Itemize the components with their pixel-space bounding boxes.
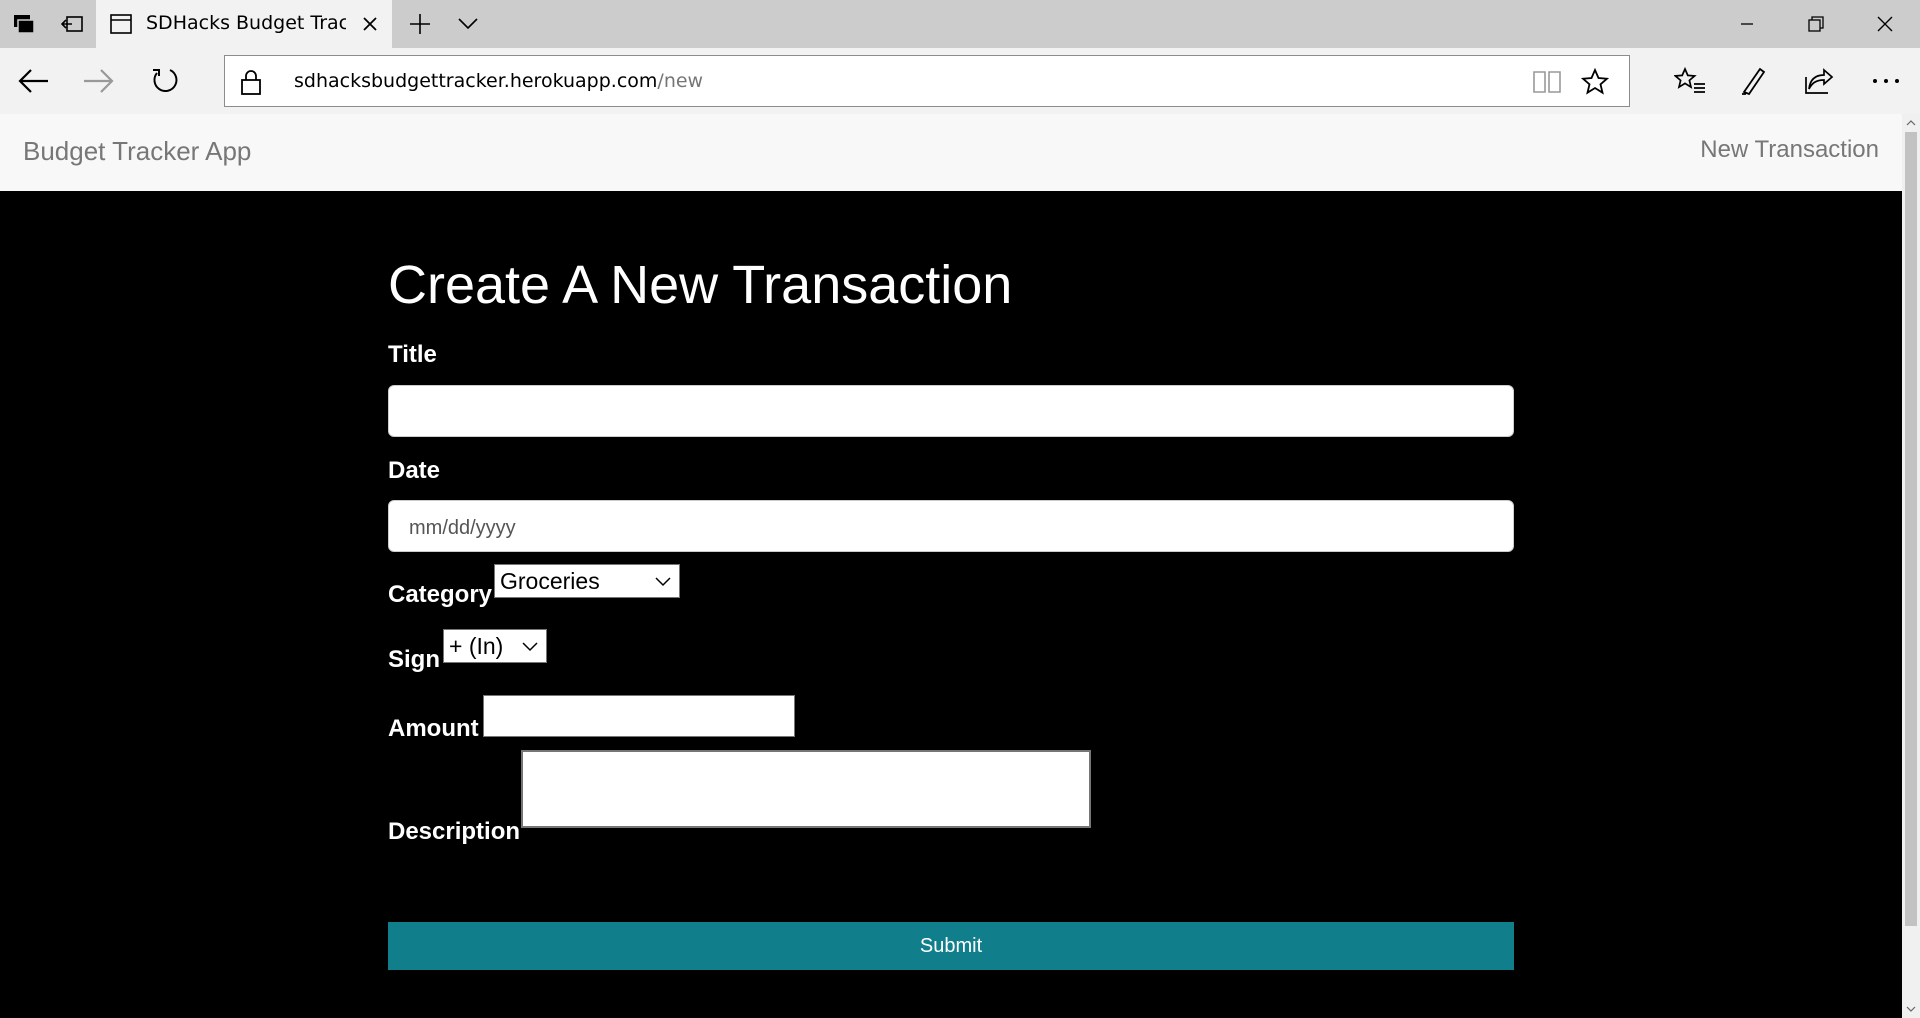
web-note-button[interactable] <box>1730 57 1778 105</box>
address-bar[interactable]: sdhacksbudgettracker.herokuapp.com/new <box>224 55 1630 107</box>
favorites-list-icon <box>1674 67 1705 93</box>
tab-stack-icon <box>14 15 35 34</box>
more-button[interactable] <box>1862 57 1910 105</box>
title-field-wrapper <box>388 385 1514 437</box>
more-dots-icon <box>1873 79 1899 83</box>
share-icon <box>1805 68 1834 94</box>
sign-label: Sign <box>388 646 440 673</box>
url-host: sdhacksbudgettracker.herokuapp.com <box>294 70 658 92</box>
refresh-icon <box>153 69 178 93</box>
chevron-down-icon <box>458 18 478 30</box>
favorite-button[interactable] <box>1579 66 1611 98</box>
scroll-up-icon[interactable] <box>1906 118 1916 128</box>
lock-icon[interactable] <box>239 69 263 95</box>
brand-link[interactable]: Budget Tracker App <box>23 136 251 167</box>
submit-button[interactable]: Submit <box>388 922 1514 970</box>
url-text[interactable]: sdhacksbudgettracker.herokuapp.com/new <box>294 70 703 92</box>
browser-tab-active[interactable]: SDHacks Budget Tracke <box>96 0 392 48</box>
tabs-aside-icon <box>61 16 83 32</box>
web-page: Budget Tracker App New Transaction Creat… <box>0 114 1902 1018</box>
description-label: Description <box>388 818 521 845</box>
category-select[interactable]: Groceries <box>494 564 680 598</box>
book-icon <box>1533 71 1561 93</box>
refresh-button[interactable] <box>141 57 189 105</box>
reading-view-button[interactable] <box>1531 66 1563 98</box>
pen-icon <box>1742 67 1766 96</box>
submit-label: Submit <box>919 934 983 957</box>
chevron-down-icon <box>655 577 671 587</box>
site-navbar: Budget Tracker App New Transaction <box>0 114 1902 191</box>
tab-manager-button[interactable] <box>0 0 48 48</box>
tab-preview-button[interactable] <box>444 0 492 48</box>
minimize-button[interactable] <box>1712 0 1782 48</box>
sign-selected-value: + (In) <box>449 632 504 659</box>
forward-button[interactable] <box>75 57 123 105</box>
scrollbar-thumb[interactable] <box>1905 132 1917 926</box>
close-window-button[interactable] <box>1850 0 1920 48</box>
new-transaction-link[interactable]: New Transaction <box>1700 136 1879 164</box>
amount-label: Amount <box>388 715 479 742</box>
chevron-down-icon <box>522 642 538 652</box>
browser-toolbar: sdhacksbudgettracker.herokuapp.com/new <box>0 48 1920 114</box>
set-tabs-aside-button[interactable] <box>48 0 96 48</box>
page-title: Create A New Transaction <box>388 255 1013 315</box>
description-field-wrapper <box>521 750 1091 828</box>
date-input[interactable] <box>389 501 1513 551</box>
category-label: Category <box>388 581 493 608</box>
category-selected-value: Groceries <box>500 567 600 594</box>
description-textarea[interactable] <box>523 752 1089 826</box>
star-icon <box>1581 68 1609 95</box>
tab-title: SDHacks Budget Tracke <box>146 12 346 34</box>
amount-input[interactable] <box>484 696 794 736</box>
date-label: Date <box>388 457 441 484</box>
share-button[interactable] <box>1795 57 1843 105</box>
minimize-icon <box>1741 23 1753 25</box>
page-icon <box>110 14 132 34</box>
back-button[interactable] <box>9 57 57 105</box>
restore-button[interactable] <box>1781 0 1851 48</box>
plus-icon <box>410 14 430 34</box>
scroll-down-icon[interactable] <box>1906 1004 1916 1014</box>
browser-tab-bar: SDHacks Budget Tracke <box>0 0 1920 48</box>
favorites-hub-button[interactable] <box>1666 57 1714 105</box>
sign-select[interactable]: + (In) <box>443 629 547 663</box>
url-path: /new <box>657 70 704 92</box>
arrow-left-icon <box>18 69 48 93</box>
page-scrollbar[interactable] <box>1902 114 1920 1018</box>
close-tab-icon[interactable] <box>358 12 382 36</box>
restore-icon <box>1808 16 1824 32</box>
date-field-wrapper <box>388 500 1514 552</box>
title-label: Title <box>388 341 437 368</box>
arrow-right-icon <box>84 69 114 93</box>
close-icon <box>1877 16 1893 32</box>
amount-field-wrapper <box>483 695 795 737</box>
new-tab-button[interactable] <box>396 0 444 48</box>
title-input[interactable] <box>389 386 1513 436</box>
